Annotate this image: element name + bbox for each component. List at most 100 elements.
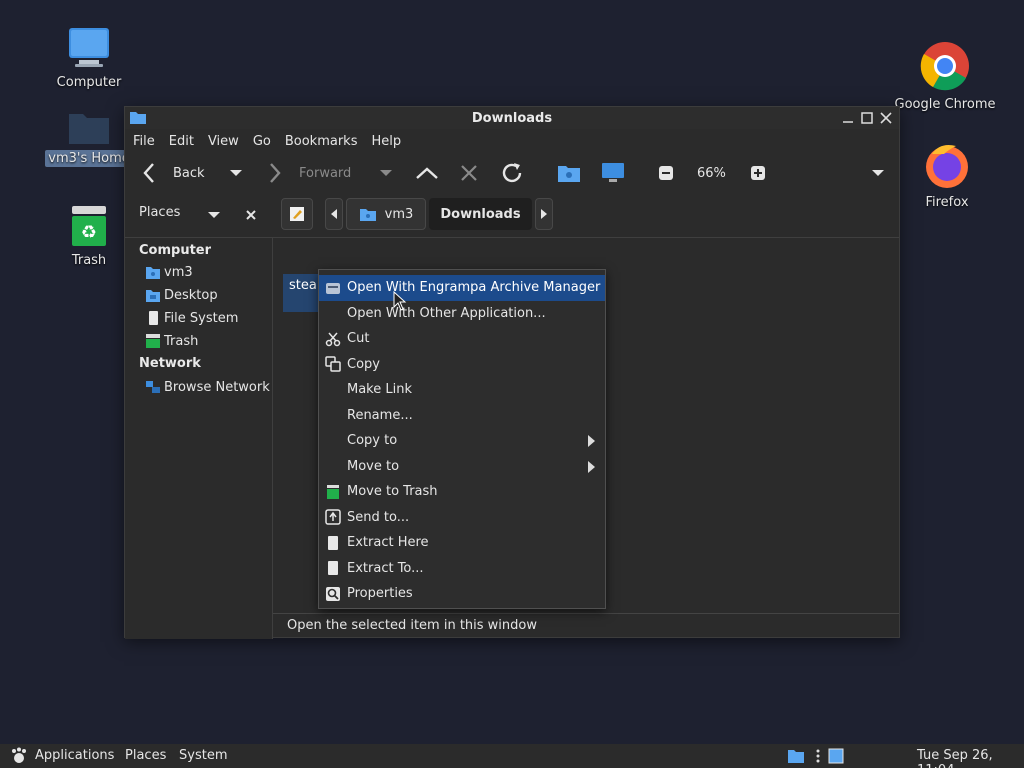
- menu-item-label: Extract Here: [347, 535, 429, 551]
- forward-history-dropdown[interactable]: [379, 153, 393, 193]
- applications-menu[interactable]: Applications: [35, 748, 114, 763]
- bottom-panel: Applications Places System Tue Sep 26, 1…: [0, 744, 1024, 768]
- system-menu[interactable]: System: [179, 748, 227, 763]
- sidebar-item-label: File System: [164, 310, 239, 326]
- desktop-icon-firefox[interactable]: Firefox: [902, 140, 992, 211]
- menu-item-copy[interactable]: Copy: [319, 352, 605, 378]
- scissors-icon: [325, 332, 341, 346]
- edit-pencil-icon: [290, 207, 304, 221]
- path-scroll-left-button[interactable]: [325, 198, 343, 230]
- places-sidebar: Computer vm3 Desktop File System Trash N…: [125, 237, 273, 639]
- reload-icon: [502, 163, 522, 183]
- firefox-icon: [926, 145, 968, 188]
- show-desktop-icon[interactable]: [828, 748, 844, 764]
- menu-item-label: Make Link: [347, 382, 412, 398]
- desktop-icon-home[interactable]: vm3's Home: [44, 106, 134, 167]
- zoom-level-label: 66%: [697, 165, 726, 181]
- zoom-out-icon: [659, 166, 673, 180]
- location-bar: Places vm3 Downloads: [125, 193, 899, 235]
- menu-help[interactable]: Help: [371, 134, 401, 149]
- path-scroll-right-button[interactable]: [535, 198, 553, 230]
- menu-edit[interactable]: Edit: [169, 134, 194, 149]
- home-folder-icon: [558, 166, 580, 182]
- menu-item-open-with-other[interactable]: Open With Other Application...: [319, 301, 605, 327]
- chrome-icon: [920, 42, 969, 91]
- menu-file[interactable]: File: [133, 134, 155, 149]
- forward-arrow-icon: [270, 163, 281, 183]
- desktop-icon-computer[interactable]: Computer: [44, 26, 134, 91]
- menu-item-cut[interactable]: Cut: [319, 326, 605, 352]
- menu-item-extract-to[interactable]: Extract To...: [319, 556, 605, 582]
- places-dropdown-icon[interactable]: [207, 210, 221, 220]
- back-label: Back: [173, 165, 205, 181]
- file-item-selected[interactable]: stear: [283, 274, 323, 312]
- chevron-down-icon: [380, 170, 392, 176]
- maximize-button[interactable]: [858, 109, 876, 127]
- minimize-button[interactable]: [839, 109, 857, 127]
- menu-item-label: Open With Engrampa Archive Manager: [347, 280, 601, 296]
- stop-button[interactable]: [459, 153, 479, 193]
- menu-item-move-to-trash[interactable]: Move to Trash: [319, 479, 605, 505]
- path-crumb-downloads[interactable]: Downloads: [429, 198, 532, 230]
- menu-item-move-to[interactable]: Move to: [319, 454, 605, 480]
- clock[interactable]: Tue Sep 26, 11:04: [917, 748, 1024, 768]
- desktop-icon-chrome[interactable]: Google Chrome: [895, 40, 995, 113]
- computer-button[interactable]: [601, 153, 625, 193]
- places-menu[interactable]: Places: [125, 748, 166, 763]
- close-sidebar-icon[interactable]: [245, 209, 257, 221]
- zoom-in-button[interactable]: [750, 153, 766, 193]
- submenu-arrow-icon: [588, 460, 595, 473]
- menu-item-properties[interactable]: Properties: [319, 581, 605, 607]
- back-button[interactable]: Back: [141, 153, 205, 193]
- chevron-left-icon: [331, 209, 337, 219]
- sidebar-item-label: Desktop: [164, 287, 218, 303]
- status-text: Open the selected item in this window: [287, 618, 537, 633]
- back-history-dropdown[interactable]: [229, 153, 243, 193]
- trash-icon: [146, 334, 160, 348]
- desktop-icon-label: Google Chrome: [894, 97, 996, 112]
- menu-bookmarks[interactable]: Bookmarks: [285, 134, 358, 149]
- sidebar-item-trash[interactable]: Trash: [145, 333, 198, 349]
- sidebar-item-file-system[interactable]: File System: [145, 310, 238, 326]
- chevron-down-icon: [872, 170, 884, 176]
- home-button[interactable]: [557, 153, 581, 193]
- reload-button[interactable]: [500, 153, 524, 193]
- menu-item-copy-to[interactable]: Copy to: [319, 428, 605, 454]
- menu-item-label: Copy: [347, 356, 380, 372]
- sidebar-item-desktop[interactable]: Desktop: [145, 287, 218, 303]
- zoom-out-button[interactable]: [658, 153, 674, 193]
- window-titlebar[interactable]: Downloads: [125, 107, 899, 129]
- forward-label: Forward: [299, 165, 352, 181]
- home-folder-icon: [69, 114, 109, 144]
- desktop-icon-label: Computer: [56, 75, 122, 90]
- edit-location-button[interactable]: [281, 198, 313, 230]
- menu-item-label: Cut: [347, 331, 370, 347]
- sidebar-item-browse-network[interactable]: Browse Network: [145, 379, 270, 395]
- computer-icon: [602, 163, 624, 182]
- close-button[interactable]: [877, 109, 895, 127]
- forward-button[interactable]: Forward: [267, 153, 351, 193]
- menu-item-label: Properties: [347, 586, 413, 602]
- toolbar-overflow-button[interactable]: [871, 153, 885, 193]
- send-icon: [325, 509, 341, 525]
- path-crumb-vm3[interactable]: vm3: [346, 198, 426, 230]
- menu-item-send-to[interactable]: Send to...: [319, 505, 605, 531]
- up-button[interactable]: [415, 153, 439, 193]
- chevron-right-icon: [541, 209, 547, 219]
- file-icon: [328, 561, 338, 576]
- file-manager-launcher-icon[interactable]: [787, 748, 805, 764]
- menu-item-open-with-engrampa[interactable]: Open With Engrampa Archive Manager: [319, 275, 605, 301]
- context-menu: Open With Engrampa Archive Manager Open …: [318, 269, 606, 609]
- menu-view[interactable]: View: [208, 134, 239, 149]
- menu-item-rename[interactable]: Rename...: [319, 403, 605, 429]
- crumb-label: vm3: [384, 206, 414, 222]
- menu-item-make-link[interactable]: Make Link: [319, 377, 605, 403]
- copy-icon: [325, 356, 341, 372]
- menu-item-extract-here[interactable]: Extract Here: [319, 530, 605, 556]
- sidebar-item-vm3[interactable]: vm3: [145, 264, 193, 280]
- toolbar: Back Forward 66%: [125, 153, 899, 193]
- menu-item-label: Rename...: [347, 407, 413, 423]
- zoom-level[interactable]: 66%: [697, 153, 726, 193]
- menu-go[interactable]: Go: [253, 134, 271, 149]
- desktop-icon-trash[interactable]: ♻ Trash: [44, 204, 134, 269]
